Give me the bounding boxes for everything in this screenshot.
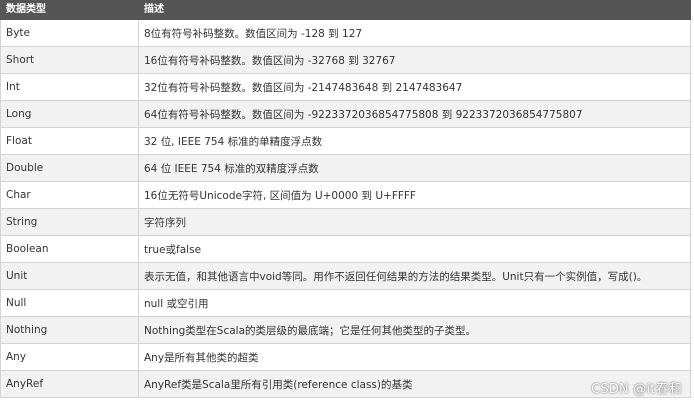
table-row: Float 32 位, IEEE 754 标准的单精度浮点数 <box>0 127 691 155</box>
table-row: Double 64 位 IEEE 754 标准的双精度浮点数 <box>0 154 691 182</box>
cell-description: null 或空引用 <box>138 289 691 317</box>
table-row: Null null 或空引用 <box>0 289 691 317</box>
cell-description: Any是所有其他类的超类 <box>138 343 691 371</box>
table-row: Nothing Nothing类型在Scala的类层级的最底端；它是任何其他类型的… <box>0 316 691 344</box>
table-row: Byte 8位有符号补码整数。数值区间为 -128 到 127 <box>0 19 691 47</box>
column-header-type: 数据类型 <box>0 0 139 20</box>
cell-description: 16位有符号补码整数。数值区间为 -32768 到 32767 <box>138 46 691 74</box>
table-row: String 字符序列 <box>0 208 691 236</box>
cell-type-name: Byte <box>0 19 139 47</box>
cell-type-name: Float <box>0 127 139 155</box>
cell-type-name: Short <box>0 46 139 74</box>
page: 数据类型 描述 Byte 8位有符号补码整数。数值区间为 -128 到 127 Sh… <box>0 0 694 406</box>
cell-type-name: String <box>0 208 139 236</box>
cell-description: 32位有符号补码整数。数值区间为 -2147483648 到 214748364… <box>138 73 691 101</box>
table-row: Int 32位有符号补码整数。数值区间为 -2147483648 到 214748… <box>0 73 691 101</box>
cell-type-name: Char <box>0 181 139 209</box>
cell-type-name: Nothing <box>0 316 139 344</box>
cell-description: 64位有符号补码整数。数值区间为 -9223372036854775808 到 … <box>138 100 691 128</box>
table-row: Any Any是所有其他类的超类 <box>0 343 691 371</box>
column-header-description: 描述 <box>138 0 691 20</box>
table-body: Byte 8位有符号补码整数。数值区间为 -128 到 127 Short 16位有符… <box>0 19 691 398</box>
cell-type-name: Unit <box>0 262 139 290</box>
watermark: CSDN @it春和 <box>591 382 682 397</box>
cell-type-name: Long <box>0 100 139 128</box>
cell-type-name: Null <box>0 289 139 317</box>
cell-type-name: Boolean <box>0 235 139 263</box>
cell-description: 16位无符号Unicode字符, 区间值为 U+0000 到 U+FFFF <box>138 181 691 209</box>
cell-description: 32 位, IEEE 754 标准的单精度浮点数 <box>138 127 691 155</box>
cell-description: Nothing类型在Scala的类层级的最底端；它是任何其他类型的子类型。 <box>138 316 691 344</box>
cell-description: true或false <box>138 235 691 263</box>
cell-type-name: AnyRef <box>0 370 139 398</box>
table-row: Short 16位有符号补码整数。数值区间为 -32768 到 32767 <box>0 46 691 74</box>
data-types-table: 数据类型 描述 Byte 8位有符号补码整数。数值区间为 -128 到 127 Sh… <box>0 0 691 398</box>
cell-description: 字符序列 <box>138 208 691 236</box>
cell-type-name: Double <box>0 154 139 182</box>
cell-type-name: Int <box>0 73 139 101</box>
table-row: Long 64位有符号补码整数。数值区间为 -922337203685477580… <box>0 100 691 128</box>
table-row: AnyRef AnyRef类是Scala里所有引用类(reference clas… <box>0 370 691 398</box>
cell-description: 表示无值，和其他语言中void等同。用作不返回任何结果的方法的结果类型。Unit… <box>138 262 691 290</box>
cell-type-name: Any <box>0 343 139 371</box>
table-row: Unit 表示无值，和其他语言中void等同。用作不返回任何结果的方法的结果类型。… <box>0 262 691 290</box>
table-header-row: 数据类型 描述 <box>0 0 691 20</box>
table-row: Char 16位无符号Unicode字符, 区间值为 U+0000 到 U+FFF… <box>0 181 691 209</box>
cell-description: 8位有符号补码整数。数值区间为 -128 到 127 <box>138 19 691 47</box>
table-row: Boolean true或false <box>0 235 691 263</box>
cell-description: 64 位 IEEE 754 标准的双精度浮点数 <box>138 154 691 182</box>
